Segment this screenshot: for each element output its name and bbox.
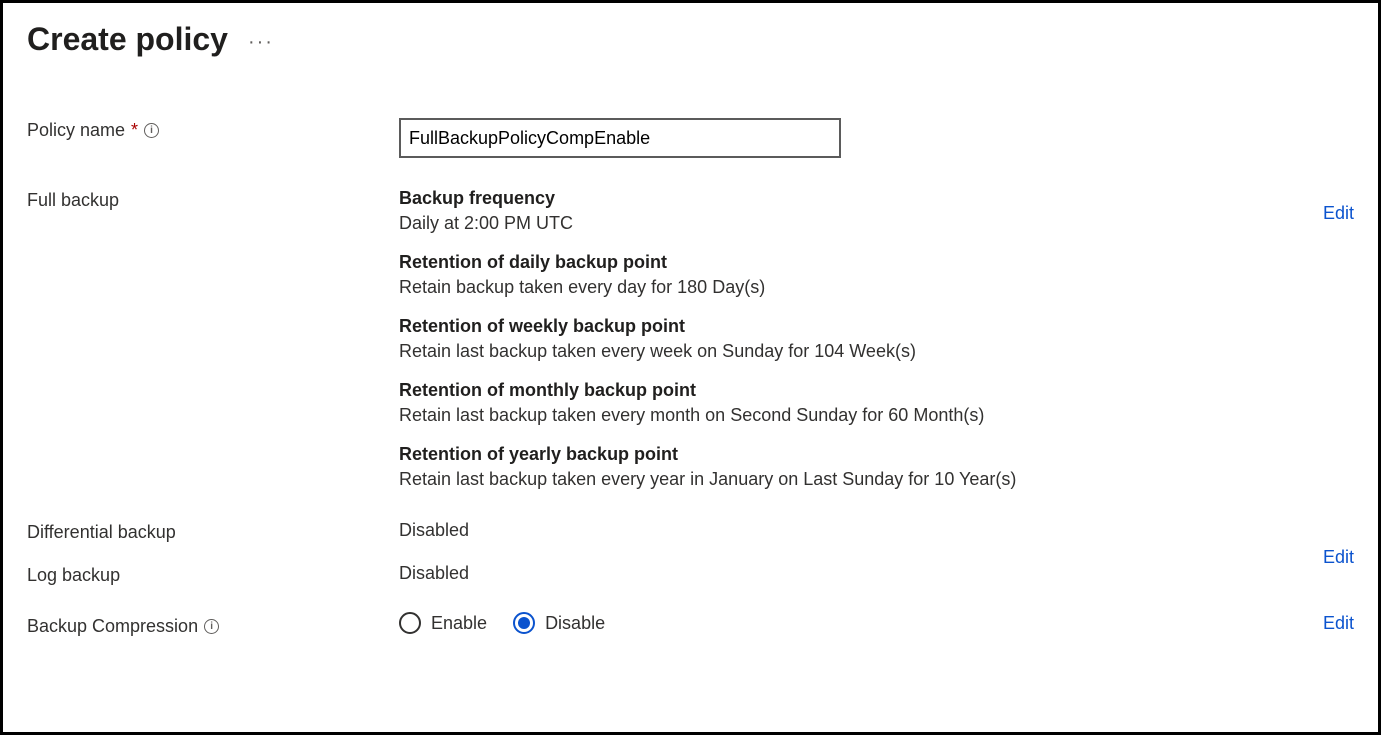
compression-disable-radio[interactable]: Disable (513, 612, 605, 634)
info-icon[interactable]: i (204, 619, 219, 634)
backup-frequency-label: Backup frequency (399, 188, 1354, 209)
retention-yearly-label: Retention of yearly backup point (399, 444, 1354, 465)
log-backup-label: Log backup (27, 563, 399, 586)
retention-daily-block: Retention of daily backup point Retain b… (399, 252, 1354, 298)
radio-circle-icon (399, 612, 421, 634)
log-backup-value: Disabled (399, 563, 1354, 584)
title-row: Create policy ··· (27, 21, 1354, 58)
required-star-icon: * (131, 120, 138, 141)
retention-daily-label: Retention of daily backup point (399, 252, 1354, 273)
radio-inner-dot-icon (518, 617, 530, 629)
differential-backup-value: Disabled (399, 520, 1354, 541)
policy-name-value-col (399, 118, 1354, 158)
backup-frequency-block: Backup frequency Daily at 2:00 PM UTC (399, 188, 1354, 234)
retention-monthly-value: Retain last backup taken every month on … (399, 405, 1354, 426)
full-backup-row: Full backup Backup frequency Daily at 2:… (27, 188, 1354, 490)
retention-weekly-label: Retention of weekly backup point (399, 316, 1354, 337)
backup-compression-label-text: Backup Compression (27, 616, 198, 637)
edit-full-backup-link[interactable]: Edit (1323, 203, 1354, 224)
full-backup-label: Full backup (27, 188, 399, 211)
compression-radio-group: Enable Disable (399, 606, 1354, 634)
backup-compression-row: Backup Compression i Enable Disable (27, 606, 1354, 637)
policy-name-label: Policy name * i (27, 118, 399, 141)
differential-backup-row: Differential backup Disabled (27, 520, 1354, 543)
log-backup-value-col: Disabled (399, 563, 1354, 584)
backup-compression-label: Backup Compression i (27, 606, 399, 637)
compression-enable-radio[interactable]: Enable (399, 612, 487, 634)
backup-frequency-value: Daily at 2:00 PM UTC (399, 213, 1354, 234)
differential-backup-value-col: Disabled (399, 520, 1354, 541)
retention-yearly-value: Retain last backup taken every year in J… (399, 469, 1354, 490)
retention-daily-value: Retain backup taken every day for 180 Da… (399, 277, 1354, 298)
retention-monthly-block: Retention of monthly backup point Retain… (399, 380, 1354, 426)
page-title: Create policy (27, 21, 228, 58)
retention-yearly-block: Retention of yearly backup point Retain … (399, 444, 1354, 490)
full-backup-value-col: Backup frequency Daily at 2:00 PM UTC Re… (399, 188, 1354, 490)
info-icon[interactable]: i (144, 123, 159, 138)
compression-disable-label: Disable (545, 613, 605, 634)
retention-monthly-label: Retention of monthly backup point (399, 380, 1354, 401)
retention-weekly-block: Retention of weekly backup point Retain … (399, 316, 1354, 362)
log-backup-row: Log backup Disabled (27, 563, 1354, 586)
retention-weekly-value: Retain last backup taken every week on S… (399, 341, 1354, 362)
policy-name-row: Policy name * i (27, 118, 1354, 158)
compression-enable-label: Enable (431, 613, 487, 634)
edit-differential-backup-link[interactable]: Edit (1323, 547, 1354, 568)
create-policy-page: Create policy ··· Policy name * i Edit F… (0, 0, 1381, 735)
edit-log-backup-link[interactable]: Edit (1323, 613, 1354, 634)
radio-circle-selected-icon (513, 612, 535, 634)
backup-compression-value-col: Enable Disable (399, 606, 1354, 634)
policy-name-input[interactable] (399, 118, 841, 158)
more-actions-icon[interactable]: ··· (248, 25, 274, 54)
policy-name-label-text: Policy name (27, 120, 125, 141)
differential-backup-label: Differential backup (27, 520, 399, 543)
